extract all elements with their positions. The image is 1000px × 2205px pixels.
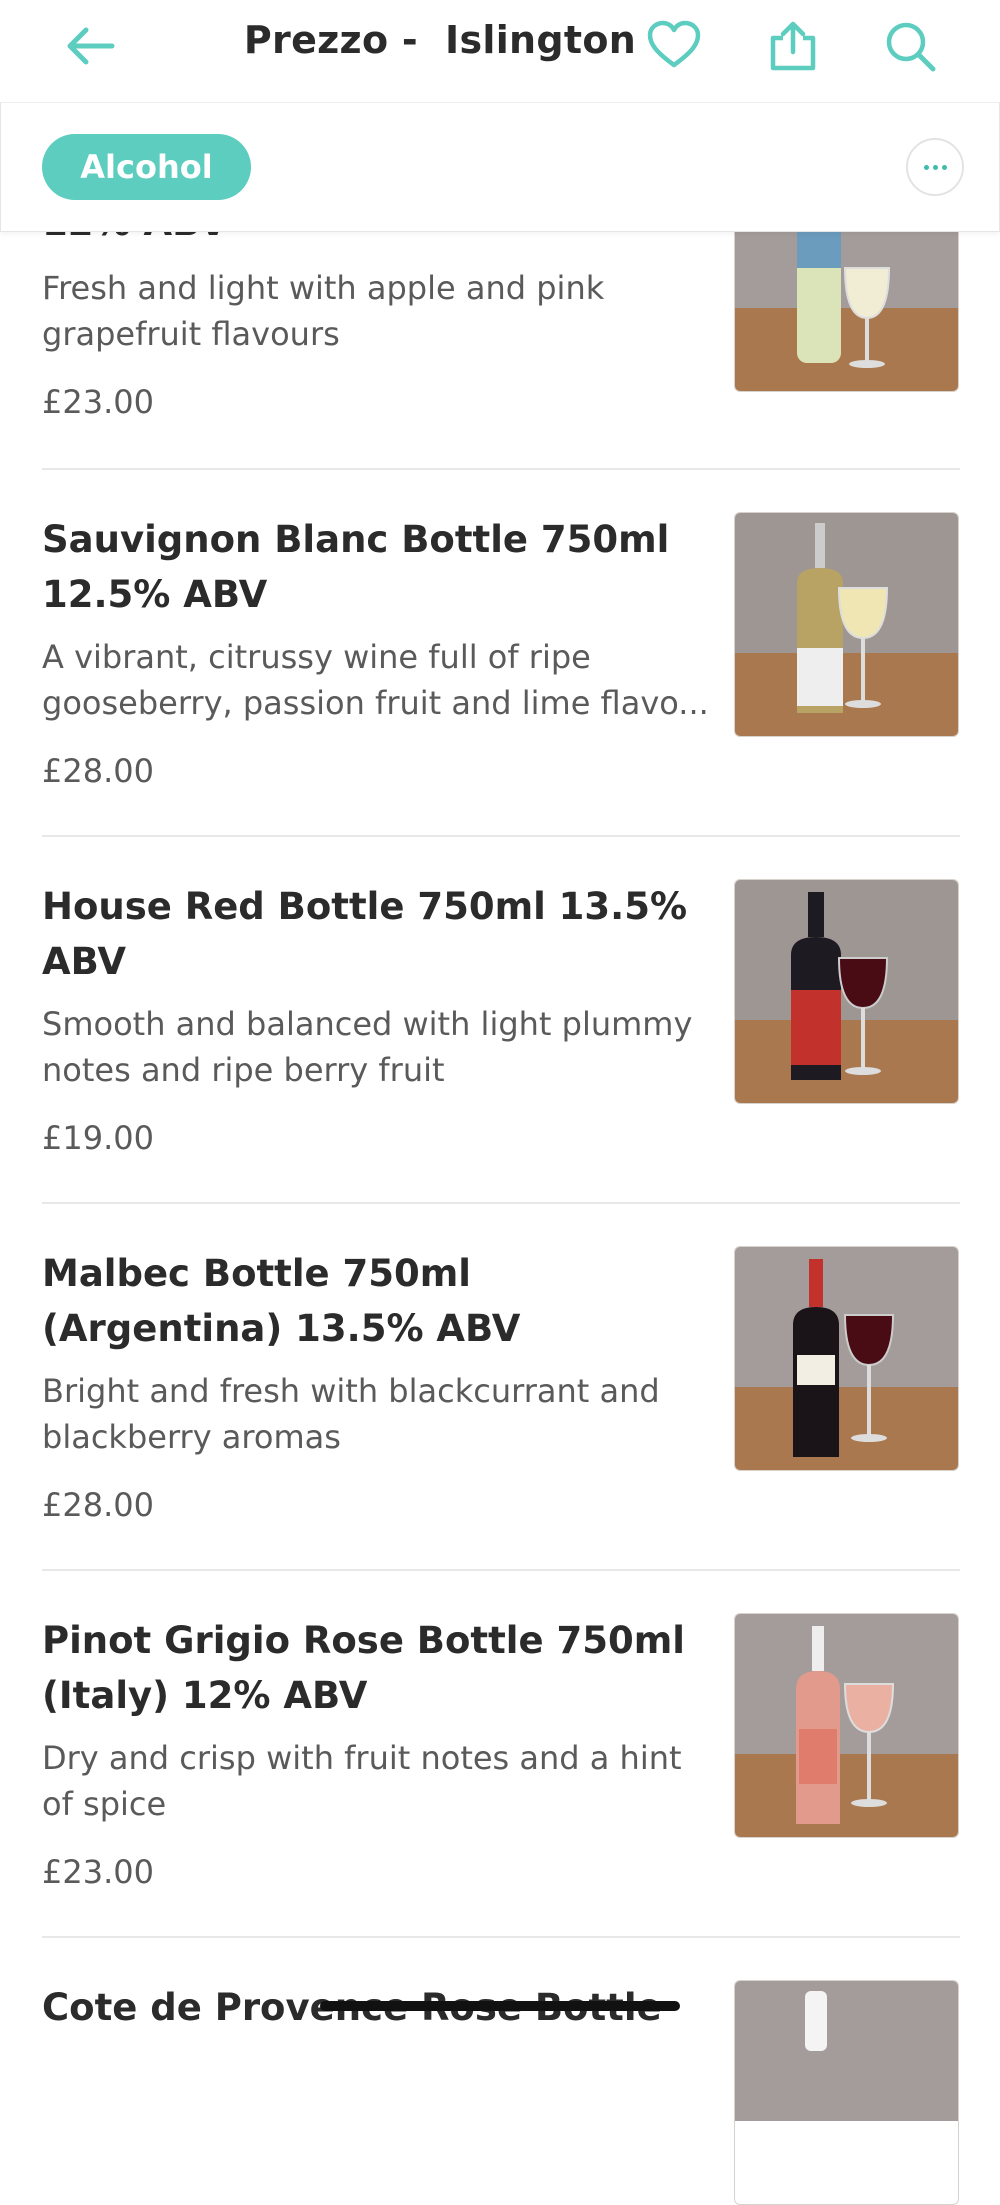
top-nav-bar: Prezzo - Islington bbox=[0, 0, 1000, 102]
item-name: Malbec Bottle 750ml (Argentina) 13.5% AB… bbox=[42, 1252, 521, 1350]
item-name: Sauvignon Blanc Bottle 750ml 12.5% ABV bbox=[42, 518, 670, 616]
wine-bottle-image bbox=[734, 1980, 959, 2205]
item-name: House Red Bottle 750ml 13.5% ABV bbox=[42, 885, 688, 983]
item-price: £28.00 bbox=[42, 752, 154, 790]
category-chip-alcohol[interactable]: Alcohol bbox=[42, 134, 251, 200]
restaurant-title: Prezzo - Islington bbox=[243, 18, 637, 62]
item-name: Pinot Grigio Rose Bottle 750ml (Italy) 1… bbox=[42, 1619, 685, 1717]
item-description: A vibrant, citrussy wine full of ripe go… bbox=[42, 638, 709, 722]
item-description: Fresh and light with apple and pink grap… bbox=[42, 269, 605, 353]
wine-bottle-image bbox=[734, 512, 959, 737]
category-bar: Alcohol bbox=[0, 102, 1000, 232]
item-price: £28.00 bbox=[42, 1486, 154, 1524]
ellipsis-icon[interactable] bbox=[906, 138, 964, 196]
divider bbox=[42, 835, 960, 837]
wine-bottle-image bbox=[734, 1613, 959, 1838]
item-price: £23.00 bbox=[42, 1853, 154, 1891]
item-price: £19.00 bbox=[42, 1119, 154, 1157]
wine-bottle-image bbox=[734, 1246, 959, 1471]
wine-bottle-image bbox=[734, 879, 959, 1104]
share-icon[interactable] bbox=[765, 18, 821, 74]
item-price: £23.00 bbox=[42, 383, 154, 421]
divider bbox=[42, 468, 960, 470]
heart-icon[interactable] bbox=[646, 18, 702, 74]
home-indicator bbox=[320, 2001, 680, 2011]
divider bbox=[42, 1202, 960, 1204]
divider bbox=[42, 1569, 960, 1571]
divider bbox=[42, 1936, 960, 1938]
item-description: Bright and fresh with blackcurrant and b… bbox=[42, 1372, 660, 1456]
search-icon[interactable] bbox=[882, 18, 938, 74]
arrow-left-icon[interactable] bbox=[60, 20, 124, 72]
item-description: Dry and crisp with fruit notes and a hin… bbox=[42, 1739, 682, 1823]
item-description: Smooth and balanced with light plummy no… bbox=[42, 1005, 693, 1089]
